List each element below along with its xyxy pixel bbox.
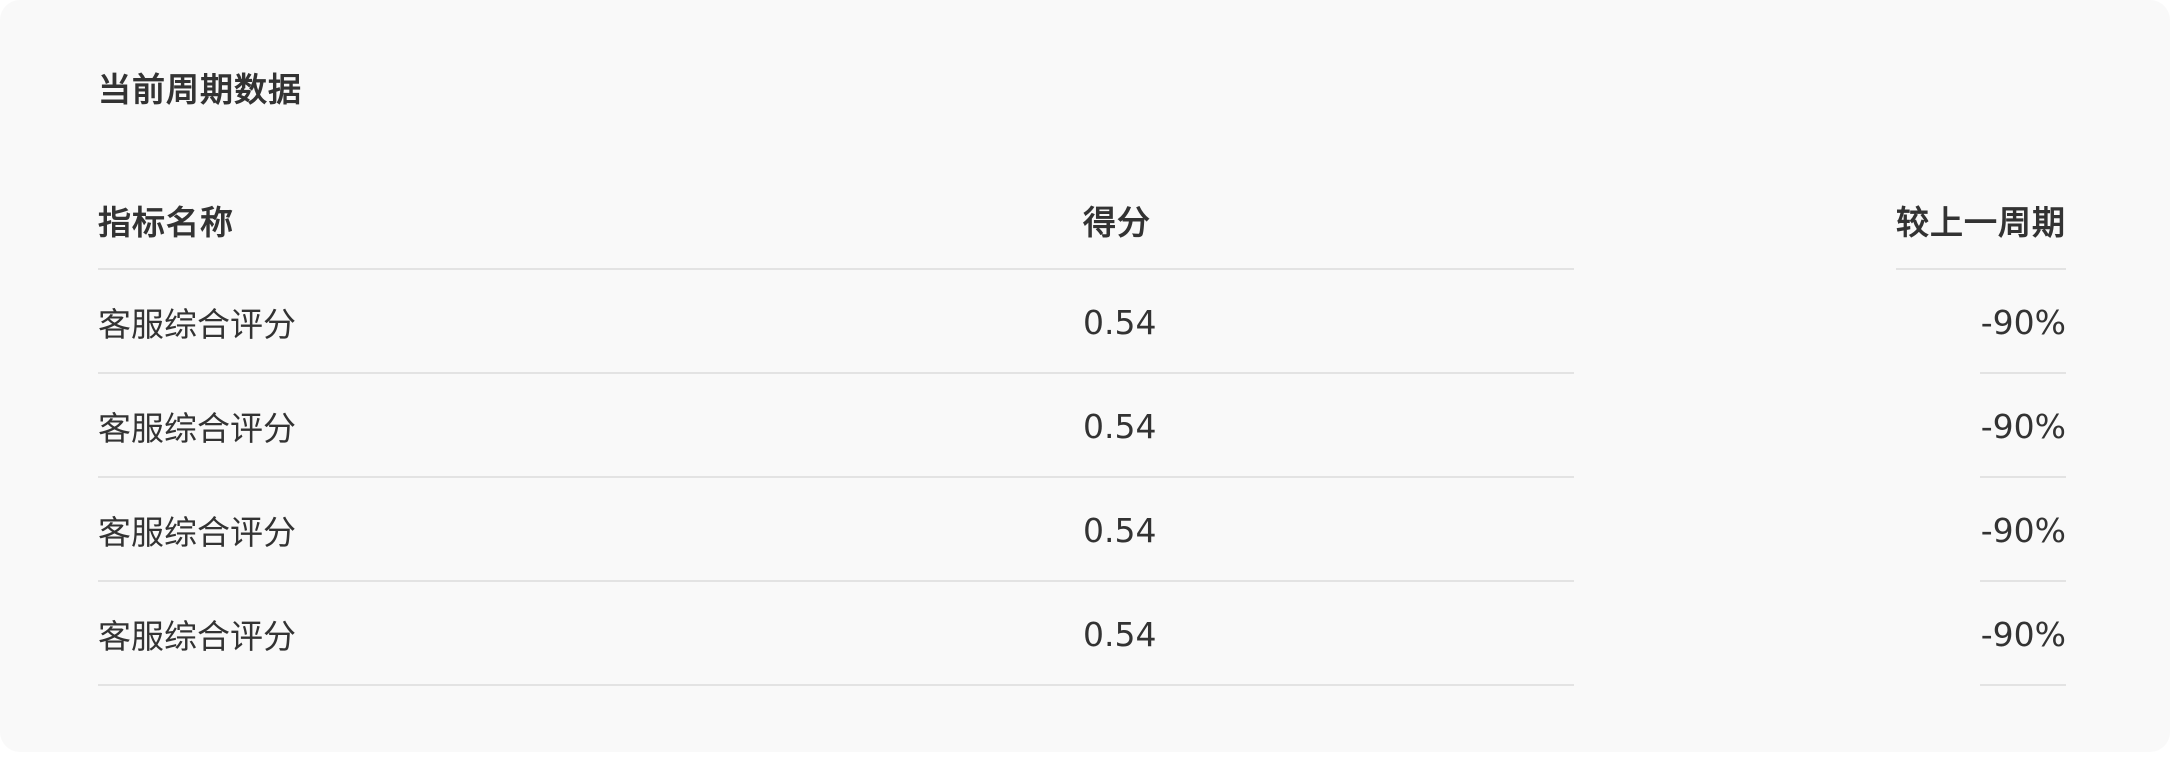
change-cell: -90% (1980, 302, 2066, 342)
table-header: 指标名称 得分 较上一周期 (98, 188, 2066, 270)
column-header-change: 较上一周期 (1896, 203, 2066, 242)
column-header-score: 得分 (1083, 203, 1151, 242)
score-cell: 0.54 (1083, 510, 1157, 550)
table-row: 客服综合评分 0.54 -90% (98, 270, 2066, 374)
metric-name-cell: 客服综合评分 (98, 617, 296, 656)
metric-name-cell: 客服综合评分 (98, 305, 296, 344)
metric-name-cell: 客服综合评分 (98, 513, 296, 552)
score-cell: 0.54 (1083, 302, 1157, 342)
table-row: 客服综合评分 0.54 -90% (98, 582, 2066, 686)
column-header-metric-name: 指标名称 (98, 203, 234, 242)
row-divider-change (1980, 684, 2066, 686)
change-cell: -90% (1980, 614, 2066, 654)
data-card: 当前周期数据 指标名称 得分 较上一周期 客服综合评分 0.54 -90% 客服… (0, 0, 2170, 752)
table-row: 客服综合评分 0.54 -90% (98, 478, 2066, 582)
row-divider (98, 684, 1574, 686)
change-cell: -90% (1980, 406, 2066, 446)
score-cell: 0.54 (1083, 614, 1157, 654)
score-cell: 0.54 (1083, 406, 1157, 446)
change-cell: -90% (1980, 510, 2066, 550)
card-title: 当前周期数据 (98, 70, 302, 109)
table-row: 客服综合评分 0.54 -90% (98, 374, 2066, 478)
metric-name-cell: 客服综合评分 (98, 409, 296, 448)
metrics-table: 指标名称 得分 较上一周期 客服综合评分 0.54 -90% 客服综合评分 0.… (98, 188, 2066, 686)
